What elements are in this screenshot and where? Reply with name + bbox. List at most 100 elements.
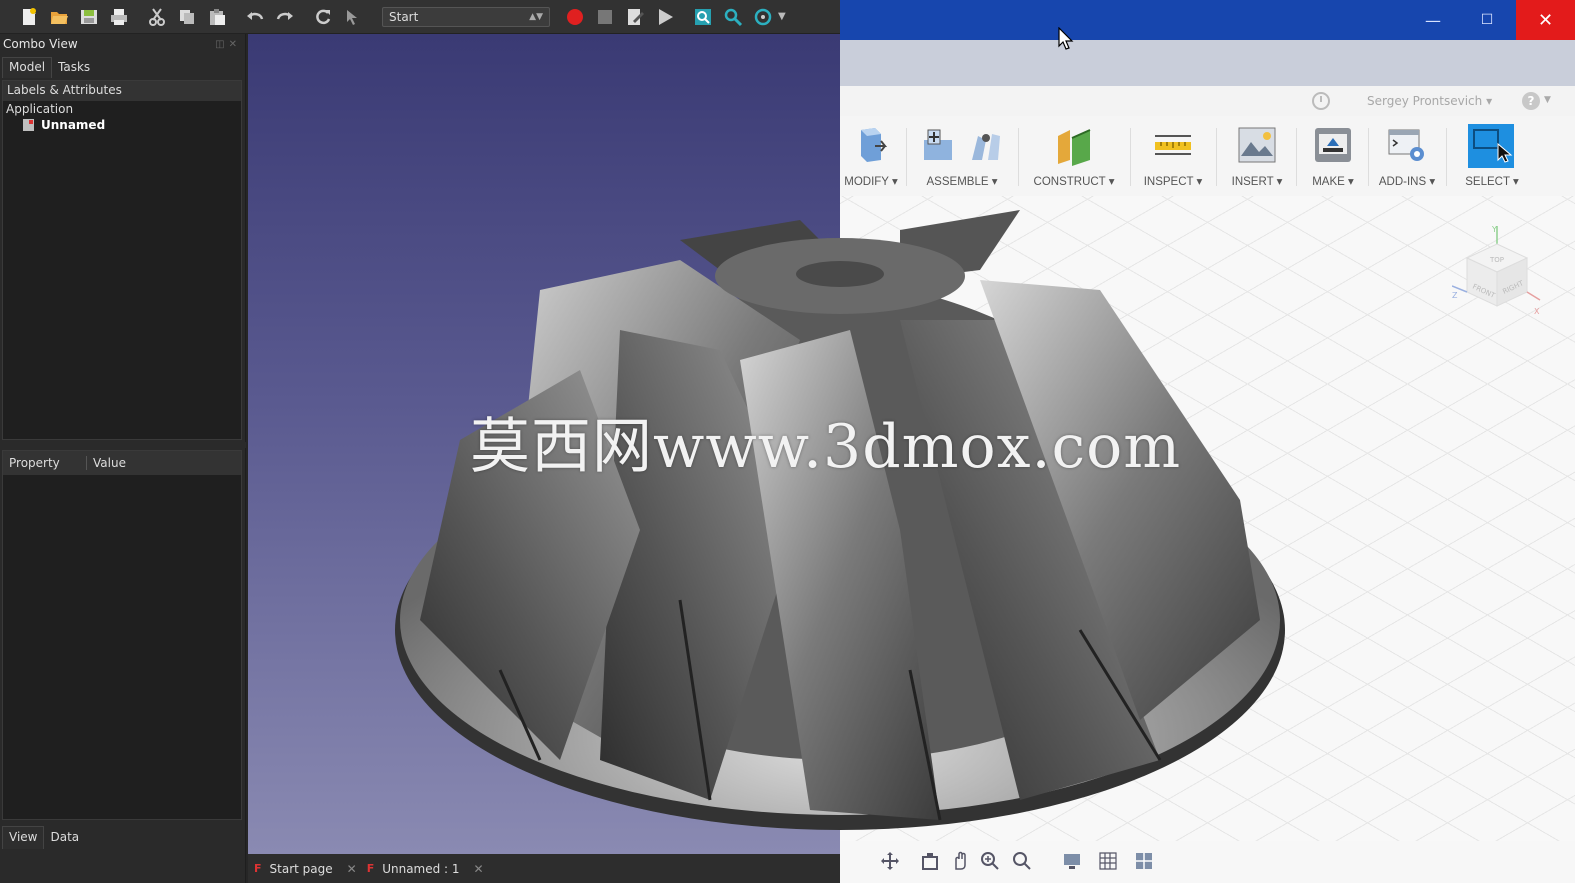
zoom-icon[interactable] [718,4,748,30]
fusion-title-bar: — ☐ ✕ [840,0,1575,40]
ribbon-label: MAKE [1312,176,1345,188]
ribbon-inspect[interactable]: INSPECT ▾ [1136,116,1210,196]
scripts-addins-icon [1388,129,1424,161]
tab-label: Start page [269,861,333,876]
combo-view-title-bar: Combo View ◫✕ [0,34,245,54]
tree-root[interactable]: Application [3,101,241,117]
macro-run-icon[interactable] [650,4,680,30]
macro-record-icon[interactable] [560,4,590,30]
freecad-toolbar: Start ▲▼ ▼ [0,0,840,34]
user-menu[interactable]: Sergey Prontsevich ▾ [1367,94,1492,108]
axis-x-label: X [1534,307,1540,314]
tab-start-page[interactable]: F Start page ✕ [254,862,367,876]
help-icon[interactable]: ? [1522,92,1540,110]
property-column-header[interactable]: Property [3,456,87,470]
combo-view-title: Combo View [3,37,78,51]
spin-arrows-icon: ▲▼ [529,11,543,22]
workbench-selector[interactable]: Start ▲▼ [382,6,550,27]
fusion-navigation-bar [840,841,1575,883]
redo-icon[interactable] [270,4,300,30]
ribbon-select[interactable]: SELECT ▾ [1452,116,1532,196]
ribbon-label: ADD-INS [1378,176,1427,188]
document-tabs: F Start page ✕ F Unnamed : 1 ✕ [248,854,840,883]
viewports-icon[interactable] [1134,851,1154,871]
workbench-label: Start [389,9,419,24]
dock-buttons-icon[interactable]: ◫✕ [215,39,241,50]
value-column-header[interactable]: Value [87,456,126,470]
watermark: 莫西网www.3dmox.com [470,412,1182,482]
open-icon[interactable] [44,4,74,30]
new-component-icon [924,129,952,160]
freecad-icon: F [254,862,262,875]
property-view: Property Value [2,450,242,820]
macro-edit-icon[interactable] [620,4,650,30]
tab-label: Unnamed : 1 [382,861,460,876]
undo-icon[interactable] [240,4,270,30]
new-icon[interactable] [14,4,44,30]
impeller-model[interactable] [380,200,1300,840]
ribbon-construct[interactable]: CONSTRUCT ▾ [1024,116,1124,196]
tab-unnamed[interactable]: F Unnamed : 1 ✕ [367,862,494,876]
sync-view-icon[interactable] [748,4,778,30]
display-settings-icon[interactable] [1062,851,1082,871]
pan-icon[interactable] [950,851,970,871]
history-icon[interactable] [1312,92,1330,110]
viewcube-top-label: TOP [1489,256,1504,264]
paste-icon[interactable] [202,4,232,30]
zoom-icon[interactable] [980,851,1000,871]
tab-tasks[interactable]: Tasks [52,58,96,78]
close-icon[interactable]: ✕ [347,862,357,876]
modify-icon [861,128,888,162]
toolbar-overflow-icon[interactable]: ▼ [778,11,786,22]
tab-model[interactable]: Model [2,57,53,78]
viewcube-icon[interactable]: Y TOP FRONT RIGHT Z X [1452,224,1542,314]
fusion-user-bar: Sergey Prontsevich ▾ ? ▼ [840,86,1575,116]
combo-tabs: Model Tasks [0,54,245,78]
axis-z-label: Z [1452,291,1458,300]
insert-image-icon [1238,127,1276,163]
3d-print-icon [1315,128,1351,162]
ribbon-modify[interactable]: MODIFY ▾ [840,116,902,196]
close-icon[interactable]: ✕ [474,862,484,876]
document-icon [23,119,34,131]
fit-icon[interactable] [1012,851,1032,871]
minimize-icon[interactable]: — [1408,0,1458,40]
orbit-icon[interactable] [880,851,900,871]
tab-view[interactable]: View [2,826,45,849]
select-icon [1468,124,1514,168]
ribbon-add-ins[interactable]: ADD-INS ▾ [1372,116,1442,196]
tab-data[interactable]: Data [44,827,85,849]
save-icon[interactable] [74,4,104,30]
user-name: Sergey Prontsevich [1367,94,1483,108]
look-at-icon[interactable] [920,851,940,871]
ribbon-assemble[interactable]: ASSEMBLE ▾ [912,116,1012,196]
construct-plane-icon [1058,129,1091,166]
property-header: Property Value [3,451,241,475]
print-icon[interactable] [104,4,134,30]
maximize-icon[interactable]: ☐ [1462,0,1512,40]
property-tabs: View Data [0,822,85,849]
tree-item-unnamed[interactable]: Unnamed [3,117,241,133]
tree-header: Labels & Attributes [3,81,241,101]
tree-item-label: Unnamed [41,118,106,132]
macro-stop-icon[interactable] [590,4,620,30]
cut-icon[interactable] [142,4,172,30]
copy-icon[interactable] [172,4,202,30]
ribbon-label: CONSTRUCT [1033,176,1106,188]
ribbon-label: ASSEMBLE [926,176,989,188]
joint-icon [972,134,1000,160]
refresh-icon[interactable] [308,4,338,30]
fit-all-icon[interactable] [688,4,718,30]
fusion-tab-bar [840,40,1575,86]
grid-icon[interactable] [1098,851,1118,871]
panel-splitter[interactable] [0,442,246,448]
ribbon-insert[interactable]: INSERT ▾ [1222,116,1292,196]
fusion-ribbon: MODIFY ▾ ASSEMBLE ▾ CONSTRUCT ▾ INSPECT … [840,116,1575,196]
ribbon-make[interactable]: MAKE ▾ [1300,116,1366,196]
close-icon[interactable]: ✕ [1516,0,1575,40]
model-tree[interactable]: Labels & Attributes Application Unnamed [2,80,242,440]
whats-this-icon[interactable] [338,4,368,30]
help-dropdown-icon[interactable]: ▼ [1544,95,1551,105]
ribbon-label: INSPECT [1143,176,1194,188]
ribbon-label: SELECT [1465,176,1510,188]
